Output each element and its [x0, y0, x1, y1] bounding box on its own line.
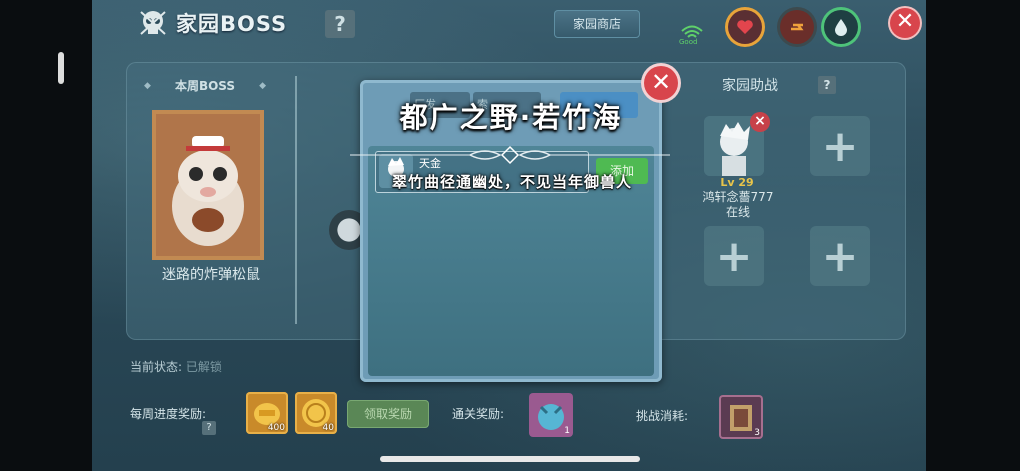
status-label: 当前状态: — [130, 360, 183, 374]
network-status: Good — [679, 38, 698, 46]
side-handle[interactable] — [58, 52, 64, 84]
dialog-close-button[interactable]: ✕ — [644, 66, 678, 100]
water-drop-icon[interactable] — [824, 10, 858, 44]
plus-icon: + — [821, 230, 859, 282]
ornament-divider-icon — [350, 145, 670, 165]
member-status: 在线 — [725, 205, 750, 219]
empty-assist-slot[interactable]: + — [810, 116, 870, 176]
skull-icon — [140, 11, 166, 35]
remove-member-button[interactable]: × — [750, 112, 770, 132]
clear-reward-item[interactable]: 1 — [529, 393, 573, 437]
reward-count: 400 — [267, 423, 285, 433]
claim-reward-button[interactable]: 领取奖励 — [347, 400, 429, 428]
challenge-cost-item[interactable]: 3 — [719, 395, 763, 439]
reward-count: 40 — [322, 423, 334, 433]
weekly-boss-label: 本周BOSS — [140, 77, 270, 95]
home-assist-title: 家园助战 — [722, 78, 778, 94]
title-bar: 家园BOSS — [138, 8, 287, 38]
status-row: 当前状态: 已解锁 — [130, 358, 222, 375]
squirrel-boss-icon — [156, 114, 260, 256]
boss-name: 迷路的炸弹松鼠 — [162, 267, 260, 283]
panel-divider — [295, 76, 297, 324]
reward-item-coin[interactable]: 40 — [295, 392, 337, 434]
help-button[interactable]: ? — [325, 10, 355, 38]
plus-icon: + — [715, 230, 753, 282]
home-shop-button[interactable]: 家园商店 — [554, 10, 640, 38]
assist-help-button[interactable]: ? — [818, 76, 836, 94]
boss-portrait[interactable] — [152, 110, 264, 260]
plus-icon: + — [821, 120, 859, 172]
game-screen: 家园BOSS ? 家园商店 Good ✕ 本周BOSS 迷路的炸弹松鼠 家园助战 — [92, 0, 926, 471]
clear-reward-label: 通关奖励: — [452, 407, 505, 421]
challenge-cost-count: 3 — [754, 428, 760, 438]
clear-reward-count: 1 — [564, 426, 570, 436]
weekly-help-button[interactable]: ? — [202, 421, 216, 435]
empty-assist-slot[interactable]: + — [810, 226, 870, 286]
empty-assist-slot[interactable]: + — [704, 226, 764, 286]
close-button[interactable]: ✕ — [890, 8, 920, 38]
location-title: 都广之野·若竹海 — [399, 101, 623, 134]
weekly-reward-label: 每周进度奖励: — [130, 407, 207, 421]
page-title: 家园BOSS — [176, 12, 288, 36]
status-value: 已解锁 — [185, 360, 222, 374]
arrow-swap-icon[interactable] — [780, 10, 814, 44]
heart-icon[interactable] — [728, 10, 762, 44]
home-indicator[interactable] — [380, 456, 640, 462]
challenge-cost-label: 挑战消耗: — [636, 409, 689, 423]
reward-item-gold[interactable]: 400 — [246, 392, 288, 434]
location-subtitle: 翠竹曲径通幽处，不见当年御兽人 — [391, 173, 632, 191]
